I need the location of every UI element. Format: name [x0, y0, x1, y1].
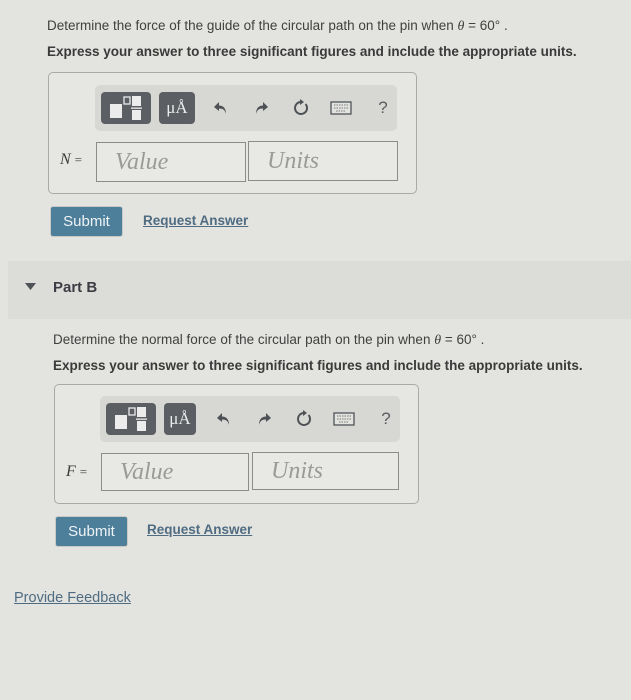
equals-sign: =	[79, 464, 88, 479]
part-b-title: Part B	[53, 279, 98, 296]
redo-button[interactable]	[247, 94, 275, 122]
units-button[interactable]: μÅ	[159, 92, 195, 124]
prompt-text: Determine the normal force of the circul…	[53, 332, 435, 347]
redo-icon	[256, 102, 268, 114]
reset-button[interactable]	[287, 94, 315, 122]
theta-value: = 60°	[441, 332, 477, 347]
part-b-header[interactable]: Part B	[8, 261, 631, 319]
provide-feedback-link[interactable]: Provide Feedback	[14, 590, 131, 606]
part-a-units-input[interactable]: Units	[248, 141, 398, 181]
templates-button[interactable]	[101, 92, 151, 124]
fraction-template-icon	[115, 407, 147, 431]
keyboard-icon	[333, 412, 355, 426]
fraction-template-icon	[110, 96, 142, 120]
part-b-value-input[interactable]: Value	[101, 453, 249, 491]
part-b-math-toolbar: μÅ ?	[100, 396, 400, 442]
redo-button[interactable]	[250, 405, 278, 433]
part-b-instruction: Express your answer to three significant…	[53, 358, 583, 373]
part-a-request-answer-link[interactable]: Request Answer	[143, 213, 248, 228]
prompt-suffix: .	[500, 18, 508, 33]
keyboard-button[interactable]	[327, 94, 355, 122]
redo-icon	[259, 413, 271, 425]
equals-sign: =	[74, 152, 83, 167]
undo-button[interactable]	[207, 94, 235, 122]
part-b-request-answer-link[interactable]: Request Answer	[147, 522, 252, 537]
part-a-math-toolbar: μÅ ?	[95, 85, 397, 131]
caret-down-icon	[25, 283, 36, 290]
part-a-variable-label: N =	[60, 151, 82, 169]
help-button[interactable]: ?	[369, 94, 397, 122]
help-button[interactable]: ?	[372, 405, 400, 433]
part-a-submit-button[interactable]: Submit	[51, 207, 122, 236]
reset-icon	[297, 410, 312, 426]
part-a-prompt: Determine the force of the guide of the …	[47, 18, 508, 35]
undo-icon	[214, 102, 226, 114]
part-b-submit-button[interactable]: Submit	[56, 517, 127, 546]
keyboard-icon	[330, 101, 352, 115]
part-b-variable-label: F =	[66, 463, 87, 481]
undo-button[interactable]	[210, 405, 238, 433]
templates-button[interactable]	[106, 403, 156, 435]
variable-symbol: N	[60, 151, 71, 168]
reset-icon	[294, 99, 309, 115]
units-button[interactable]: μÅ	[164, 403, 196, 435]
theta-value: = 60°	[464, 18, 501, 33]
variable-symbol: F	[66, 463, 76, 480]
reset-button[interactable]	[290, 405, 318, 433]
prompt-suffix: .	[476, 332, 485, 347]
part-a-instruction: Express your answer to three significant…	[47, 44, 577, 59]
part-b-prompt: Determine the normal force of the circul…	[53, 332, 484, 349]
undo-icon	[217, 413, 229, 425]
keyboard-button[interactable]	[330, 405, 358, 433]
part-b-units-input[interactable]: Units	[252, 452, 399, 490]
part-a-value-input[interactable]: Value	[96, 142, 246, 182]
prompt-text: Determine the force of the guide of the …	[47, 18, 458, 33]
